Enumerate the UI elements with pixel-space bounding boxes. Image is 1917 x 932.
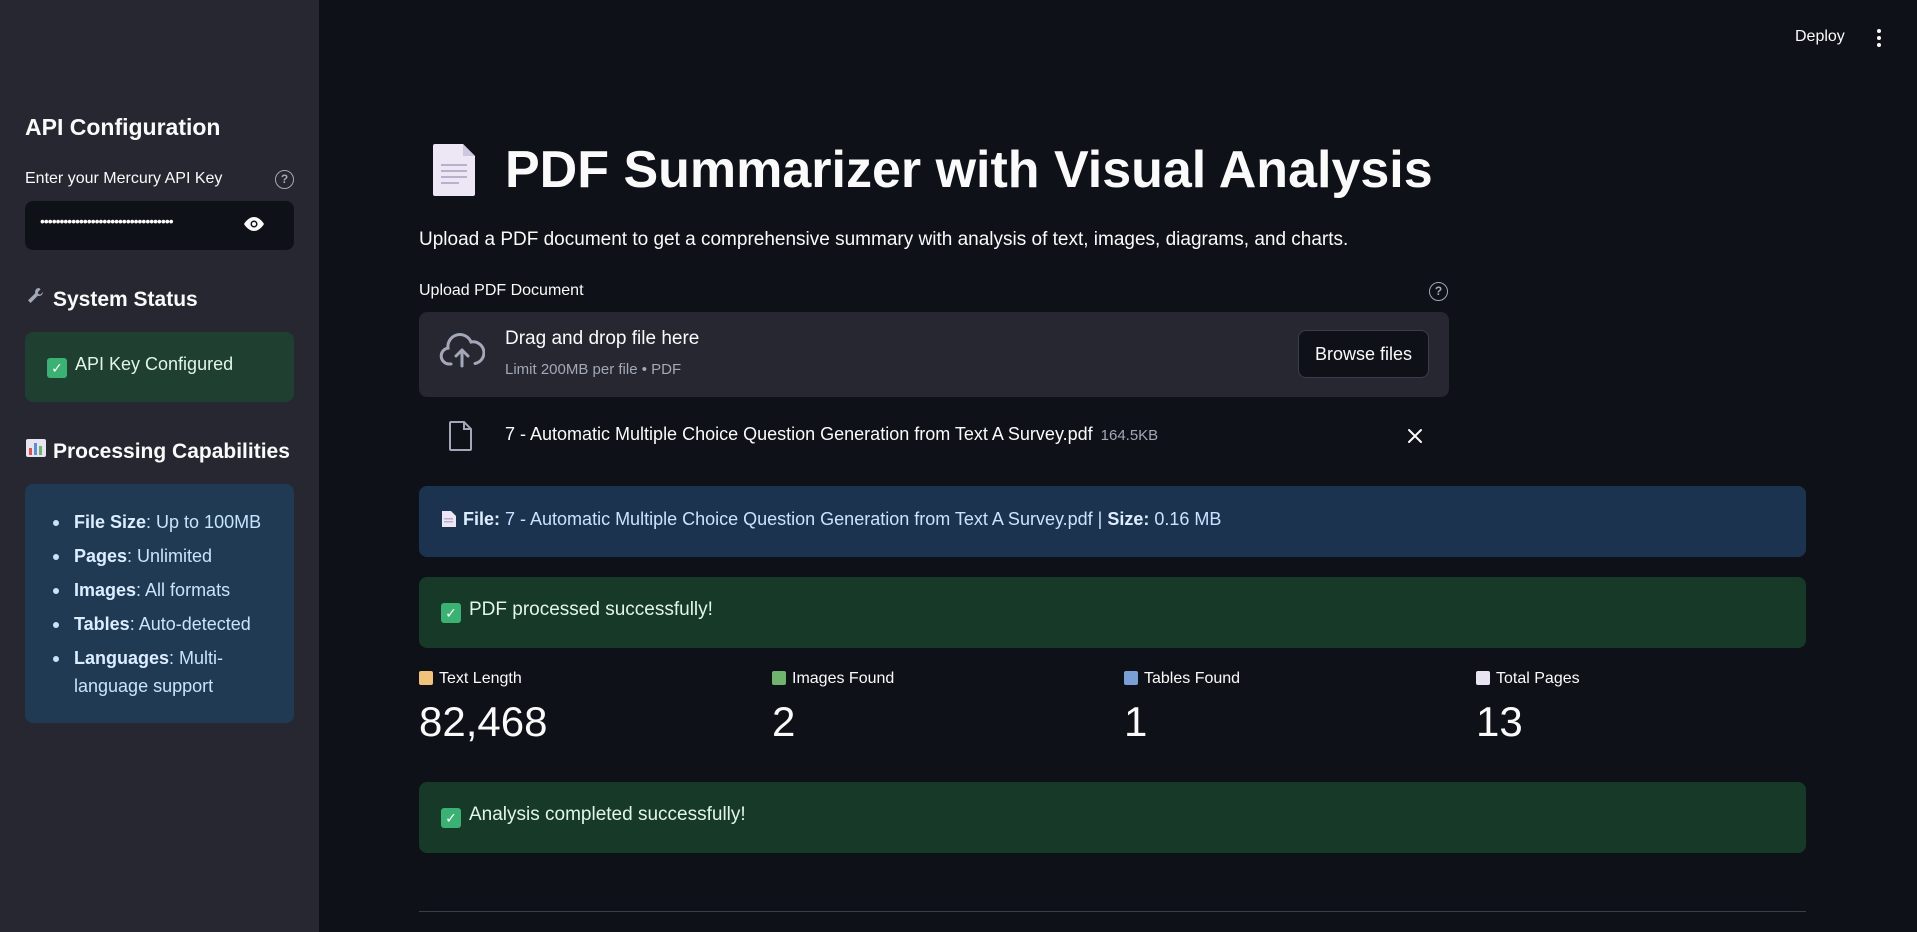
metric-images-found: Images Found 2 [772,670,1102,746]
browse-files-button[interactable]: Browse files [1298,330,1429,378]
checkmark-icon: ✓ [441,603,461,623]
uploaded-file-name: 7 - Automatic Multiple Choice Question G… [505,424,1093,444]
capability-key: File Size [74,512,147,532]
sidebar-title: API Configuration [25,114,221,140]
capability-value: : Auto-detected [129,614,251,634]
list-item: Images: All formats [47,576,282,604]
cloud-upload-icon [439,332,486,373]
upload-label: Upload PDF Document [419,282,584,299]
uploaded-file-size: 164.5KB [1100,427,1159,444]
analysis-message: Analysis completed successfully! [469,804,746,825]
remove-file-close-icon[interactable] [1407,428,1423,449]
checkmark-icon: ✓ [441,808,461,828]
metric-text-length: Text Length 82,468 [419,670,749,746]
size-value: 0.16 MB [1149,509,1222,529]
metric-label: Images Found [792,670,895,687]
api-status-alert: ✓ API Key Configured [25,332,294,402]
capability-key: Tables [74,614,130,634]
deploy-button[interactable]: Deploy [1795,28,1845,46]
document-icon [432,142,478,203]
capability-key: Languages [74,648,170,668]
capability-value: : All formats [136,580,231,600]
show-password-eye-icon[interactable] [242,215,266,238]
metric-value: 1 [1124,698,1148,745]
page-icon [1476,671,1490,685]
metric-tables-found: Tables Found 1 [1124,670,1454,746]
list-item: Tables: Auto-detected [47,610,282,638]
dropzone-title: Drag and drop file here [505,328,700,349]
api-key-input[interactable]: •••••••••••••••••••••••••••••••••• [25,201,294,250]
system-status-title: System Status [53,288,198,311]
list-item: Pages: Unlimited [47,542,282,570]
metric-label: Text Length [439,670,522,687]
metric-value: 13 [1476,698,1523,745]
sidebar: API Configuration Enter your Mercury API… [0,0,319,932]
capability-key: Images [74,580,137,600]
list-item: File Size: Up to 100MB [47,508,282,536]
metric-label: Total Pages [1496,670,1580,687]
bar-chart-icon [1124,671,1138,685]
file-label: File: [463,509,501,529]
dropzone-limit: Limit 200MB per file • PDF [505,361,682,378]
divider [419,911,1806,912]
metric-value: 2 [772,698,796,745]
size-label: Size: [1107,509,1150,529]
api-key-value: •••••••••••••••••••••••••••••••••• [40,213,174,229]
capabilities-title: Processing Capabilities [53,440,290,463]
file-dropzone[interactable]: Drag and drop file here Limit 200MB per … [419,312,1449,397]
page-title: PDF Summarizer with Visual Analysis [505,141,1433,199]
help-icon[interactable]: ? [275,170,294,189]
analysis-success-alert: ✓ Analysis completed successfully! [419,782,1806,853]
page-subtitle: Upload a PDF document to get a comprehen… [419,229,1349,250]
capability-key: Pages [74,546,128,566]
system-status-heading: System Status [25,286,198,312]
processed-message: PDF processed successfully! [469,599,713,620]
file-value: 7 - Automatic Multiple Choice Question G… [500,509,1108,529]
wrench-icon [25,286,53,312]
api-key-label: Enter your Mercury API Key [25,170,223,187]
page-icon [441,510,457,533]
capability-value: : Unlimited [127,546,213,566]
checkmark-icon: ✓ [47,358,67,378]
processed-success-alert: ✓ PDF processed successfully! [419,577,1806,648]
bar-chart-icon [25,438,53,464]
capabilities-heading: Processing Capabilities [25,438,290,464]
memo-icon [419,671,433,685]
picture-icon [772,671,786,685]
help-icon[interactable]: ? [1429,282,1448,301]
list-item: Languages: Multi-language support [47,644,282,700]
kebab-menu-icon[interactable] [1873,28,1885,53]
file-icon [449,421,473,456]
api-status-text: API Key Configured [75,354,234,374]
metric-label: Tables Found [1144,670,1241,687]
capability-value: : Up to 100MB [146,512,262,532]
uploaded-file-row: 7 - Automatic Multiple Choice Question G… [419,412,1449,462]
capabilities-info-box: File Size: Up to 100MB Pages: Unlimited … [25,484,294,723]
metric-value: 82,468 [419,698,548,745]
metric-total-pages: Total Pages 13 [1476,670,1806,746]
file-info-alert: File: 7 - Automatic Multiple Choice Ques… [419,486,1806,557]
